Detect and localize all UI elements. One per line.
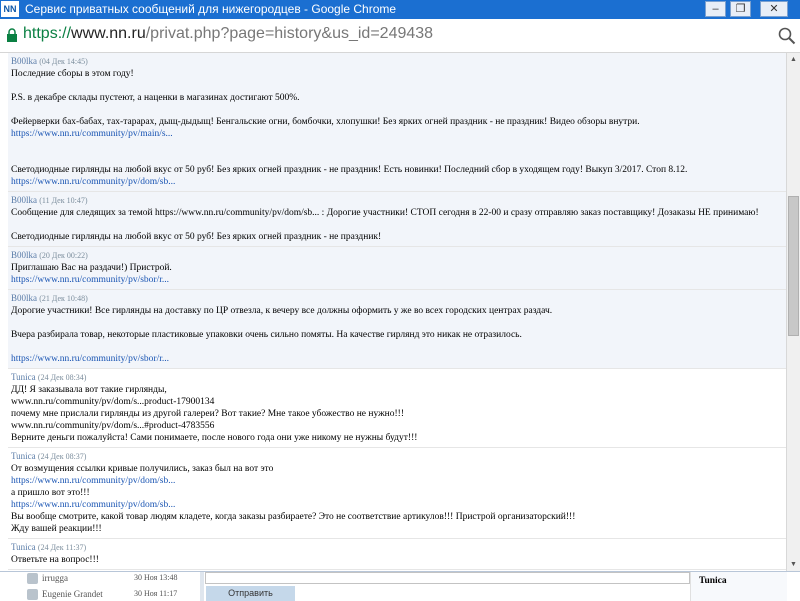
contact-item[interactable]: irrugga 30 Ноя 13:48	[0, 572, 196, 586]
message-header: B00lka (21 Дек 10:48)	[11, 292, 786, 305]
message-input[interactable]	[205, 572, 690, 584]
message-author[interactable]: B00lka	[11, 56, 37, 66]
message-date: (21 Дек 10:48)	[39, 294, 88, 303]
message-date: (20 Дек 00:22)	[39, 251, 88, 260]
message-date: (24 Дек 08:34)	[37, 373, 87, 382]
contact-name: Eugenie Grandet	[42, 589, 103, 599]
message-text: Светодиодные гирлянды на любой вкус от 5…	[11, 232, 382, 242]
lock-icon	[7, 28, 17, 42]
message-item: Tunica (24 Дек 11:37) Ответьте на вопрос!…	[8, 539, 786, 570]
user-avatar-icon	[27, 589, 38, 600]
url-host: www.nn.ru	[71, 25, 146, 42]
scroll-down-icon[interactable]: ▼	[789, 560, 798, 569]
close-button[interactable]: ✕	[760, 1, 788, 17]
message-text: Сообщение для следящих за темой https://…	[11, 208, 759, 218]
bottom-panel: irrugga 30 Ноя 13:48 Eugenie Grandet 30 …	[0, 571, 800, 601]
message-author[interactable]: Tunica	[11, 451, 36, 461]
message-text: Фейерверки бах-бабах, тах-тарарах, дыщ-д…	[11, 117, 640, 127]
address-bar: https://www.nn.ru/privat.php?page=histor…	[0, 19, 800, 53]
send-button[interactable]: Отправить	[206, 586, 295, 601]
message-item: B00lka (20 Дек 00:22) Приглашаю Вас на ра…	[8, 247, 786, 290]
message-header: B00lka (11 Дек 10:47)	[11, 194, 786, 207]
message-link[interactable]: https://www.nn.ru/community/pv/sbor/r...	[11, 353, 786, 365]
url-path: /privat.php?page=history&us_id=249438	[145, 25, 434, 42]
message-author[interactable]: B00lka	[11, 293, 37, 303]
message-text: P.S. в декабре склады пустеют, а наценки…	[11, 93, 300, 103]
url-field[interactable]: https://www.nn.ru/privat.php?page=histor…	[23, 25, 433, 43]
message-header: B00lka (04 Дек 14:45)	[11, 55, 786, 68]
message-date: (24 Дек 11:37)	[37, 543, 87, 552]
message-link[interactable]: https://www.nn.ru/community/pv/dom/sb...	[11, 499, 786, 511]
message-text: Светодиодные гирлянды на любой вкус от 5…	[11, 165, 688, 175]
message-text: почему мне прислали гирлянды из другой г…	[11, 409, 404, 419]
app-logo-icon: NN	[1, 1, 19, 17]
message-date: (04 Дек 14:45)	[39, 57, 88, 66]
message-text: www.nn.ru/community/pv/dom/s...product-1…	[11, 397, 215, 407]
message-link[interactable]: https://www.nn.ru/community/pv/main/s...	[11, 128, 786, 140]
message-link[interactable]: https://www.nn.ru/community/pv/sbor/r...	[11, 274, 786, 286]
message-link[interactable]: https://www.nn.ru/community/pv/dom/sb...	[11, 475, 786, 487]
message-date: (11 Дек 10:47)	[39, 196, 88, 205]
message-text: Вы вообще смотрите, какой товар людям кл…	[11, 512, 576, 522]
maximize-button[interactable]: ❐	[730, 1, 751, 17]
contact-list: irrugga 30 Ноя 13:48 Eugenie Grandet 30 …	[0, 572, 196, 601]
message-author[interactable]: B00lka	[11, 250, 37, 260]
message-link[interactable]: https://www.nn.ru/community/pv/dom/sb...	[11, 176, 786, 188]
message-text: Ответьте на вопрос!!!	[11, 555, 99, 565]
message-text: Верните деньги пожалуйста! Сами понимает…	[11, 433, 418, 443]
url-scheme: https://	[23, 25, 72, 42]
message-header: Tunica (24 Дек 08:34)	[11, 371, 786, 384]
minimize-button[interactable]: –	[705, 1, 726, 17]
message-text: ДД! Я заказывала вот такие гирлянды,	[11, 385, 167, 395]
search-icon[interactable]	[778, 27, 796, 45]
window-titlebar: NN Сервис приватных сообщений для нижего…	[0, 0, 800, 19]
message-text: Последние сборы в этом году!	[11, 69, 134, 79]
message-history: B00lka (04 Дек 14:45) Последние сборы в э…	[8, 53, 786, 571]
message-text: а пришло вот это!!!	[11, 488, 90, 498]
message-text: Жду вашей реакции!!!	[11, 524, 102, 534]
message-item: B00lka (21 Дек 10:48) Дорогие участники! …	[8, 290, 786, 369]
message-author[interactable]: Tunica	[11, 542, 36, 552]
message-text: Вчера разбирала товар, некоторые пластик…	[11, 330, 522, 340]
user-avatar-icon	[27, 573, 38, 584]
message-header: Tunica (24 Дек 08:37)	[11, 450, 786, 463]
message-text: От возмущения ссылки кривые получились, …	[11, 464, 274, 474]
message-item: B00lka (04 Дек 14:45) Последние сборы в э…	[8, 53, 786, 192]
message-item: Tunica (24 Дек 08:37) От возмущения ссылк…	[8, 448, 786, 539]
message-text: Приглашаю Вас на раздачи!) Пристрой.	[11, 263, 172, 273]
message-item: B00lka (11 Дек 10:47) Сообщение для следя…	[8, 192, 786, 247]
window-title: Сервис приватных сообщений для нижегород…	[25, 2, 397, 16]
contact-date: 30 Ноя 11:17	[134, 589, 178, 598]
message-header: Tunica (24 Дек 11:37)	[11, 541, 786, 554]
recipient-panel: Tunica	[690, 572, 787, 601]
message-author[interactable]: B00lka	[11, 195, 37, 205]
message-text: Дорогие участники! Все гирлянды на доста…	[11, 306, 553, 316]
recipient-name: Tunica	[699, 576, 727, 586]
message-text: www.nn.ru/community/pv/dom/s...#product-…	[11, 421, 215, 431]
message-header: B00lka (20 Дек 00:22)	[11, 249, 786, 262]
vertical-scrollbar[interactable]: ▲ ▼	[786, 53, 800, 571]
message-item: Tunica (24 Дек 08:34) ДД! Я заказывала во…	[8, 369, 786, 448]
message-date: (24 Дек 08:37)	[37, 452, 87, 461]
contact-date: 30 Ноя 13:48	[134, 573, 178, 582]
scroll-up-icon[interactable]: ▲	[789, 55, 798, 64]
message-author[interactable]: Tunica	[11, 372, 36, 382]
contact-item[interactable]: Eugenie Grandet 30 Ноя 11:17	[0, 588, 196, 601]
panel-divider[interactable]	[200, 572, 204, 601]
scrollbar-thumb[interactable]	[788, 196, 799, 336]
contact-name: irrugga	[42, 573, 68, 583]
